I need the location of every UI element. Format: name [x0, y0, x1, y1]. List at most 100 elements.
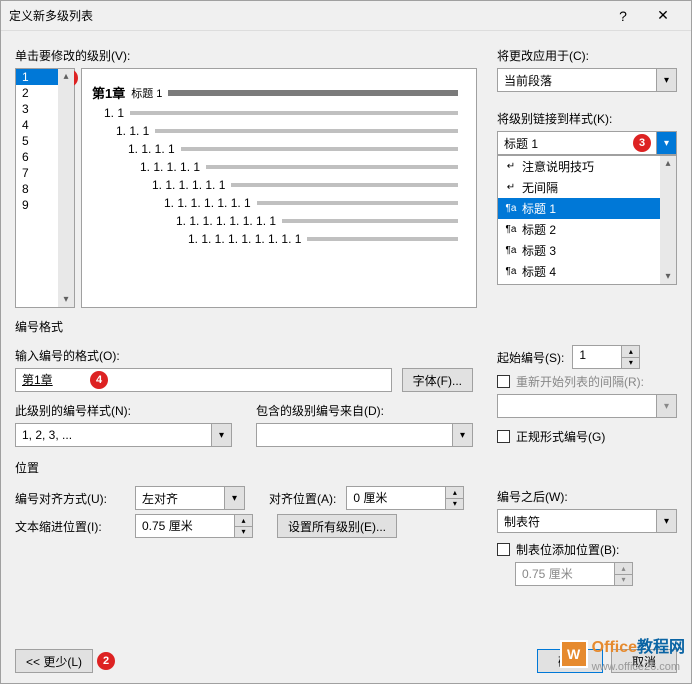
- spin-up-icon[interactable]: ▴: [446, 486, 464, 499]
- enter-format-row: 第1章 4 字体(F)...: [15, 368, 473, 392]
- start-label: 起始编号(S):: [497, 349, 564, 366]
- enter-format-label: 输入编号的格式(O):: [15, 347, 473, 364]
- chevron-down-icon: ▾: [657, 394, 677, 418]
- position-title: 位置: [15, 459, 677, 476]
- num-format-right: 起始编号(S): 1 ▴▾ 重新开始列表的间隔(R): ▾: [497, 341, 677, 449]
- dropdown-scrollbar[interactable]: ▴ ▾: [660, 156, 676, 284]
- dd-item-h4[interactable]: ¶a标题 4: [498, 261, 676, 282]
- scroll-down-icon: ▾: [665, 271, 670, 282]
- link-style-dropdown[interactable]: ↵注意说明技巧 ↵无间隔 ¶a标题 1 ¶a标题 2 ¶a标题 3 ¶a标题 4…: [497, 155, 677, 285]
- align-combo[interactable]: 左对齐 ▾: [135, 486, 245, 510]
- spin-down-icon[interactable]: ▾: [622, 358, 640, 370]
- dd-item-note[interactable]: ↵注意说明技巧: [498, 156, 676, 177]
- preview-l7: 1. 1. 1. 1. 1. 1. 1: [164, 196, 458, 210]
- spin-up-icon: ▴: [615, 562, 633, 575]
- position-cols: 编号对齐方式(U): 左对齐 ▾ 对齐位置(A): 0 厘米 ▴▾ 文本缩进位置…: [15, 482, 677, 586]
- right-col: 将更改应用于(C): 当前段落 ▾ 将级别链接到样式(K): 标题 1 3 ▾ …: [497, 41, 677, 308]
- tab-add-checkbox[interactable]: 制表位添加位置(B):: [497, 541, 677, 558]
- content: 单击要修改的级别(V): 1 2 3 4 5 6 7 8 9 1: [1, 31, 691, 683]
- num-format-title: 编号格式: [15, 318, 677, 335]
- num-style-combo[interactable]: 1, 2, 3, ... ▾: [15, 423, 232, 447]
- dd-item-nospace[interactable]: ↵无间隔: [498, 177, 676, 198]
- chevron-down-icon[interactable]: ▾: [225, 486, 245, 510]
- top-row: 单击要修改的级别(V): 1 2 3 4 5 6 7 8 9 1: [15, 41, 677, 308]
- level-scrollbar[interactable]: ▴ ▾: [58, 69, 74, 307]
- preview-l6: 1. 1. 1. 1. 1. 1: [152, 178, 458, 192]
- help-button[interactable]: ?: [603, 1, 643, 31]
- enter-format-input[interactable]: 第1章 4: [15, 368, 392, 392]
- checkbox-icon: [497, 375, 510, 388]
- spin-down-icon: ▾: [615, 575, 633, 587]
- levels-row: 1 2 3 4 5 6 7 8 9 1 ▴ ▾: [15, 68, 477, 308]
- close-button[interactable]: ✕: [643, 1, 683, 31]
- chevron-down-icon[interactable]: ▾: [657, 509, 677, 533]
- titlebar: 定义新多级列表 ? ✕: [1, 1, 691, 31]
- titlebar-buttons: ? ✕: [603, 1, 683, 31]
- spin-down-icon[interactable]: ▾: [446, 499, 464, 511]
- apply-to-label: 将更改应用于(C):: [497, 47, 677, 64]
- style-row: 此级别的编号样式(N): 1, 2, 3, ... ▾ 包含的级别编号来自(D)…: [15, 396, 473, 447]
- para-icon: ↵: [504, 182, 518, 193]
- dd-item-h3[interactable]: ¶a标题 3: [498, 240, 676, 261]
- indent-spinner[interactable]: 0.75 厘米 ▴▾: [135, 514, 253, 538]
- click-level-label: 单击要修改的级别(V):: [15, 47, 477, 64]
- indent-label: 文本缩进位置(I):: [15, 518, 125, 535]
- spin-up-icon[interactable]: ▴: [235, 514, 253, 527]
- para-icon: ↵: [504, 161, 518, 172]
- num-style-label: 此级别的编号样式(N):: [15, 402, 232, 419]
- chevron-down-icon[interactable]: ▾: [453, 423, 473, 447]
- include-level-label: 包含的级别编号来自(D):: [256, 402, 473, 419]
- apply-to-combo[interactable]: 当前段落 ▾: [497, 68, 677, 92]
- preview-h1-style: 标题 1: [131, 85, 162, 101]
- num-format-section: 编号格式 输入编号的格式(O): 第1章 4 字体(F)... 此级别的编号样式…: [15, 318, 677, 449]
- legal-checkbox[interactable]: 正规形式编号(G): [497, 428, 677, 445]
- align-pos-spinner[interactable]: 0 厘米 ▴▾: [346, 486, 464, 510]
- spin-up-icon[interactable]: ▴: [622, 345, 640, 358]
- preview-h1: 第1章 标题 1: [92, 83, 458, 102]
- preview-l5: 1. 1. 1. 1. 1: [140, 160, 458, 174]
- watermark: W Office教程网 www.office26.com: [560, 633, 685, 675]
- level-list[interactable]: 1 2 3 4 5 6 7 8 9 1 ▴ ▾: [15, 68, 75, 308]
- follow-combo[interactable]: 制表符 ▾: [497, 509, 677, 533]
- preview-l3: 1. 1. 1: [116, 124, 458, 138]
- badge-3: 3: [633, 134, 651, 152]
- preview-l2: 1. 1: [104, 106, 458, 120]
- apply-to-value: 当前段落: [497, 68, 657, 92]
- align-label: 编号对齐方式(U):: [15, 490, 125, 507]
- preview-l9: 1. 1. 1. 1. 1. 1. 1. 1. 1: [188, 232, 458, 246]
- dialog: 定义新多级列表 ? ✕ 单击要修改的级别(V): 1 2 3 4 5 6 7: [0, 0, 692, 684]
- chevron-down-icon[interactable]: ▾: [212, 423, 232, 447]
- dd-item-h1[interactable]: ¶a标题 1: [498, 198, 676, 219]
- preview-h1-num: 第1章: [92, 83, 125, 102]
- watermark-icon: W: [560, 640, 588, 668]
- include-level-combo[interactable]: ▾: [256, 423, 473, 447]
- checkbox-icon: [497, 543, 510, 556]
- restart-combo: ▾: [497, 394, 677, 418]
- restart-checkbox[interactable]: 重新开始列表的间隔(R):: [497, 373, 677, 390]
- chevron-down-icon[interactable]: ▾: [657, 68, 677, 92]
- heading-icon: ¶a: [504, 245, 518, 256]
- dd-item-h2[interactable]: ¶a标题 2: [498, 219, 676, 240]
- spin-down-icon[interactable]: ▾: [235, 527, 253, 539]
- scroll-down-icon: ▾: [63, 294, 68, 305]
- align-pos-label: 对齐位置(A):: [269, 490, 336, 507]
- heading-icon: ¶a: [504, 224, 518, 235]
- start-spinner[interactable]: 1 ▴▾: [572, 345, 640, 369]
- num-format-cols: 输入编号的格式(O): 第1章 4 字体(F)... 此级别的编号样式(N): …: [15, 341, 677, 449]
- position-left: 编号对齐方式(U): 左对齐 ▾ 对齐位置(A): 0 厘米 ▴▾ 文本缩进位置…: [15, 482, 473, 586]
- preview-bar: [168, 90, 458, 96]
- heading-icon: ¶a: [504, 266, 518, 277]
- link-style-label: 将级别链接到样式(K):: [497, 110, 677, 127]
- preview-pane: 第1章 标题 1 1. 1 1. 1. 1 1. 1. 1. 1 1. 1. 1…: [81, 68, 477, 308]
- set-all-button[interactable]: 设置所有级别(E)...: [277, 514, 397, 538]
- tab-add-spinner: 0.75 厘米 ▴▾: [515, 562, 677, 586]
- font-button[interactable]: 字体(F)...: [402, 368, 473, 392]
- preview-l8: 1. 1. 1. 1. 1. 1. 1. 1: [176, 214, 458, 228]
- link-style-combo[interactable]: 标题 1 3 ▾: [497, 131, 677, 155]
- left-col: 单击要修改的级别(V): 1 2 3 4 5 6 7 8 9 1: [15, 41, 477, 308]
- badge-2: 2: [97, 652, 115, 670]
- chevron-down-icon[interactable]: ▾: [657, 131, 677, 155]
- num-format-left: 输入编号的格式(O): 第1章 4 字体(F)... 此级别的编号样式(N): …: [15, 341, 473, 449]
- checkbox-icon: [497, 430, 510, 443]
- less-button[interactable]: << 更少(L): [15, 649, 93, 673]
